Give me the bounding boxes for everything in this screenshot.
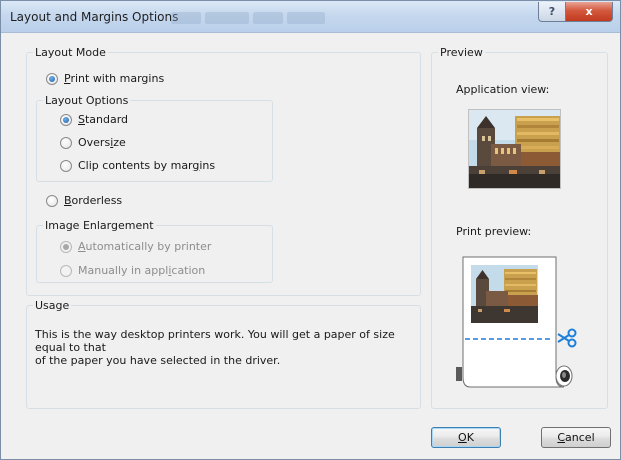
scissors-icon bbox=[557, 328, 577, 348]
image-enlargement-group: Image Enlargement Automatically by print… bbox=[36, 219, 273, 283]
radio-indicator bbox=[60, 136, 72, 149]
borderless-label: Borderless bbox=[64, 194, 123, 207]
print-with-margins-label: Print with margins bbox=[64, 72, 165, 85]
cityscape-photo bbox=[469, 110, 560, 188]
standard-label: Standard bbox=[78, 113, 129, 126]
usage-title: Usage bbox=[33, 299, 72, 312]
print-with-margins-radio[interactable]: Print with margins bbox=[46, 72, 164, 85]
radio-indicator bbox=[60, 264, 72, 277]
oversize-radio[interactable]: Oversize bbox=[60, 136, 126, 149]
borderless-radio[interactable]: Borderless bbox=[46, 194, 122, 207]
clip-contents-radio[interactable]: Clip contents by margins bbox=[60, 159, 215, 172]
standard-radio[interactable]: Standard bbox=[60, 113, 128, 126]
usage-line-1: This is the way desktop printers work. Y… bbox=[35, 328, 395, 354]
print-preview-label: Print preview: bbox=[456, 225, 532, 238]
cancel-button[interactable]: Cancel bbox=[541, 427, 611, 448]
usage-line-2: of the paper you have selected in the dr… bbox=[35, 354, 281, 367]
radio-indicator bbox=[60, 113, 72, 126]
close-icon: x bbox=[585, 5, 593, 18]
title-bar[interactable]: Layout and Margins Options ? x bbox=[1, 1, 620, 33]
preview-title: Preview bbox=[438, 46, 485, 59]
automatically-by-printer-radio[interactable]: Automatically by printer bbox=[60, 240, 211, 253]
automatically-by-printer-label: Automatically by printer bbox=[78, 240, 212, 253]
image-enlargement-title: Image Enlargement bbox=[43, 219, 156, 232]
manually-in-application-radio[interactable]: Manually in application bbox=[60, 264, 205, 277]
preview-group: Preview Application view: Print preview: bbox=[431, 46, 608, 409]
help-button[interactable]: ? bbox=[538, 2, 566, 22]
oversize-label: Oversize bbox=[78, 136, 126, 149]
paper-roll-graphic bbox=[456, 256, 573, 388]
ok-button-label: OK bbox=[458, 431, 474, 444]
layout-options-group: Layout Options Standard Oversize Clip co… bbox=[36, 94, 273, 182]
usage-description: This is the way desktop printers work. Y… bbox=[35, 328, 415, 367]
dialog-window: Layout and Margins Options ? x Layout Mo… bbox=[0, 0, 621, 460]
clip-contents-label: Clip contents by margins bbox=[78, 159, 216, 172]
radio-indicator bbox=[46, 194, 58, 207]
background-tabs-decoration bbox=[171, 12, 325, 24]
close-button[interactable]: x bbox=[565, 2, 613, 22]
print-preview-illustration bbox=[456, 255, 586, 390]
radio-indicator bbox=[60, 240, 72, 253]
usage-group: Usage This is the way desktop printers w… bbox=[26, 299, 421, 409]
layout-mode-group: Layout Mode Print with margins Layout Op… bbox=[26, 46, 421, 296]
application-view-image bbox=[468, 109, 561, 189]
radio-indicator bbox=[60, 159, 72, 172]
radio-indicator bbox=[46, 72, 58, 85]
layout-options-title: Layout Options bbox=[43, 94, 131, 107]
layout-mode-title: Layout Mode bbox=[33, 46, 108, 59]
help-icon: ? bbox=[548, 5, 556, 18]
cancel-button-label: Cancel bbox=[557, 431, 595, 444]
ok-button[interactable]: OK bbox=[431, 427, 501, 448]
manually-in-application-label: Manually in application bbox=[78, 264, 206, 277]
window-title: Layout and Margins Options bbox=[10, 10, 179, 24]
application-view-label: Application view: bbox=[456, 83, 550, 96]
